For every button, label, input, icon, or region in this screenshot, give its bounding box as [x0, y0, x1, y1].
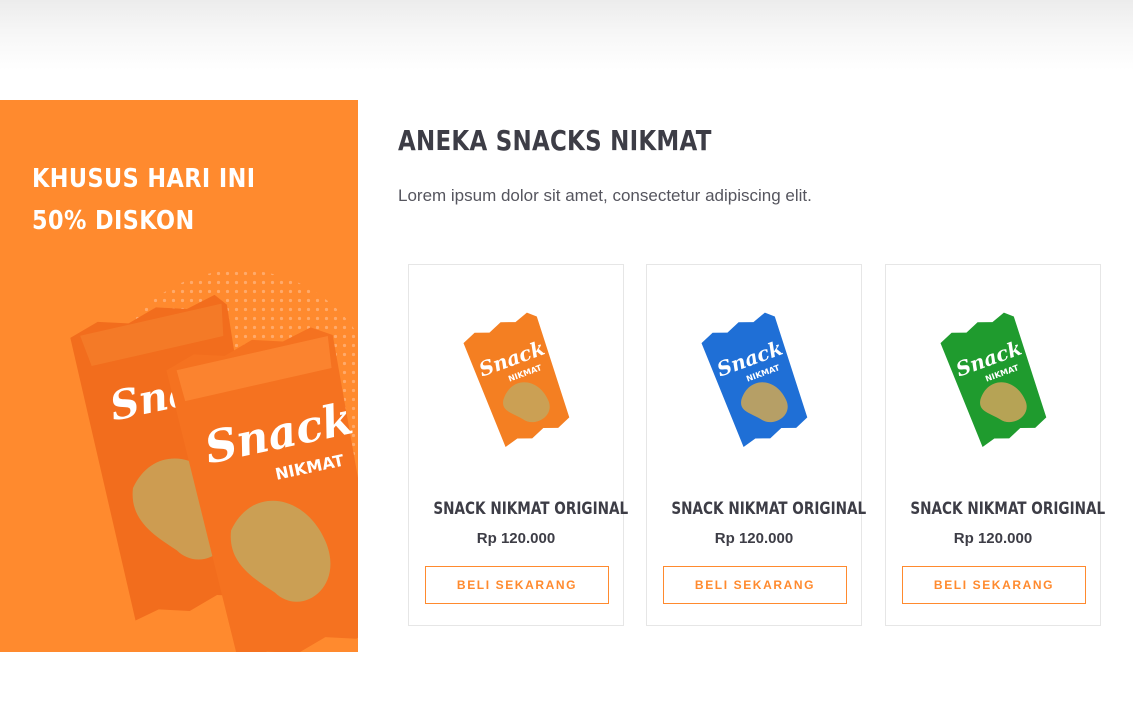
- buy-now-button[interactable]: BELI SEKARANG: [663, 566, 847, 604]
- buy-now-button[interactable]: BELI SEKARANG: [902, 566, 1086, 604]
- promo-banner: KHUSUS HARI INI 50% DISKON Snack NIKMAT …: [0, 100, 358, 652]
- product-card: Snack NIKMAT SNACK NIKMAT ORIGINAL Rp 12…: [646, 264, 867, 626]
- product-image: Snack NIKMAT: [463, 312, 570, 448]
- product-image: Snack NIKMAT: [701, 312, 808, 448]
- section-title: ANEKA SNACKS NIKMAT: [398, 124, 712, 157]
- promo-line-2: 50% DISKON: [32, 206, 195, 236]
- product-image: Snack NIKMAT: [940, 312, 1047, 448]
- section-description: Lorem ipsum dolor sit amet, consectetur …: [398, 186, 812, 205]
- buy-now-button[interactable]: BELI SEKARANG: [425, 566, 609, 604]
- product-name: SNACK NIKMAT ORIGINAL: [433, 499, 629, 519]
- promo-line-1: KHUSUS HARI INI: [32, 164, 256, 194]
- product-price: Rp 120.000: [714, 530, 794, 547]
- product-price: Rp 120.000: [476, 530, 556, 547]
- header-shadow: [0, 0, 1133, 70]
- product-card: Snack NIKMAT SNACK NIKMAT ORIGINAL Rp 12…: [885, 264, 1106, 626]
- promo-snack-packages-image: Snack NIKMAT Snack NIKMAT: [70, 270, 358, 652]
- product-name: SNACK NIKMAT ORIGINAL: [910, 499, 1106, 519]
- product-name: SNACK NIKMAT ORIGINAL: [671, 499, 867, 519]
- product-price: Rp 120.000: [953, 530, 1033, 547]
- promo-heading: KHUSUS HARI INI 50% DISKON: [32, 158, 290, 242]
- product-card: Snack NIKMAT SNACK NIKMAT ORIGINAL Rp 12…: [408, 264, 629, 626]
